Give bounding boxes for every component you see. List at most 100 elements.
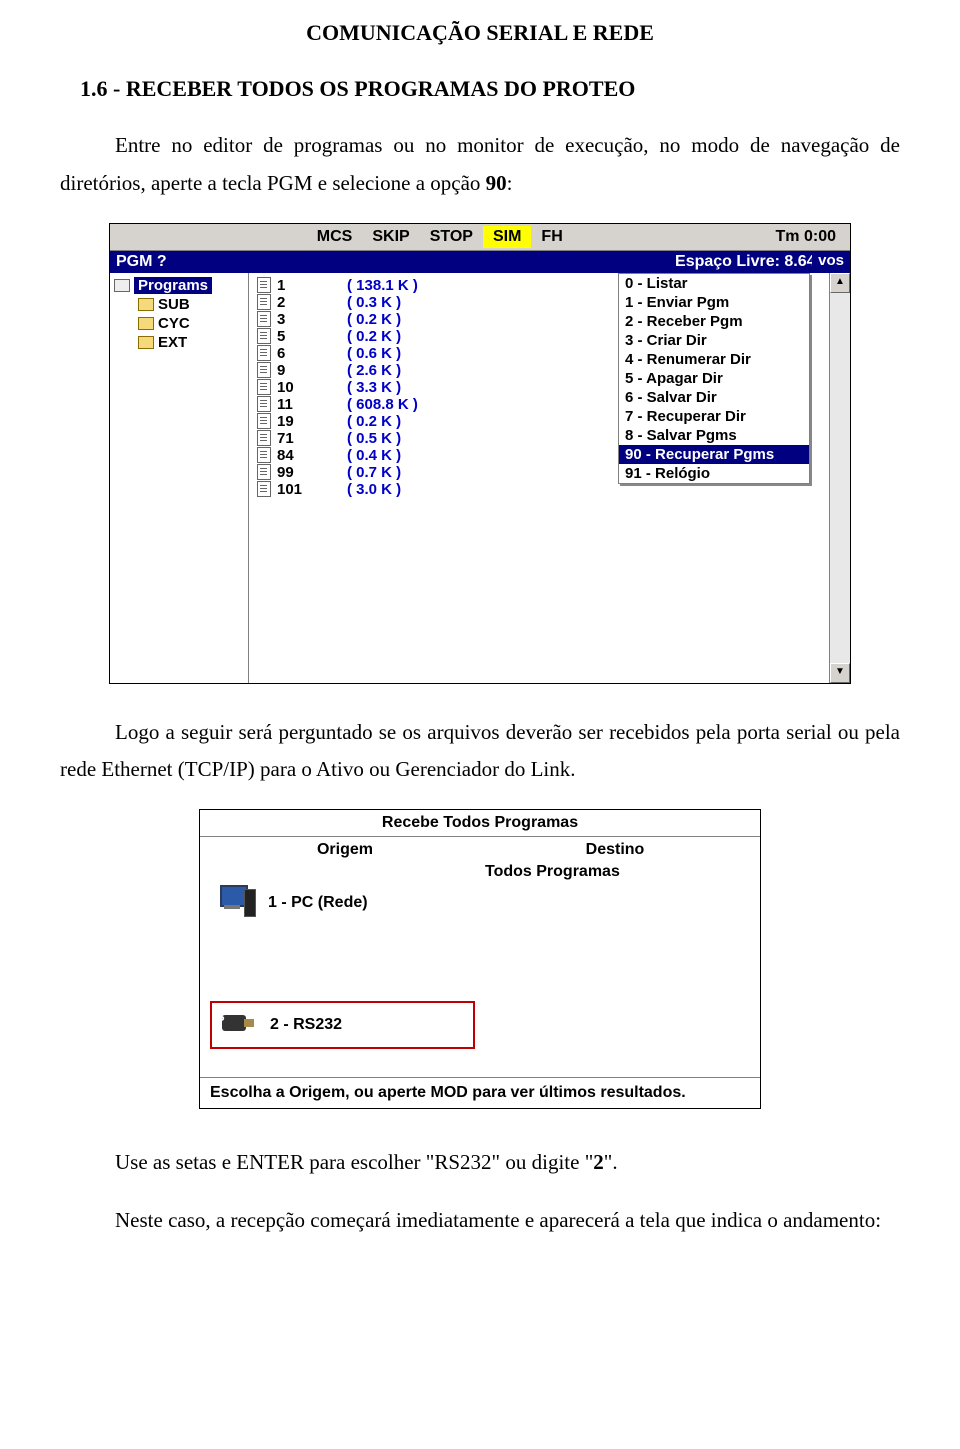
file-size: ( 0.2 K ) bbox=[347, 311, 401, 328]
document-icon bbox=[257, 379, 271, 395]
menu-tm: Tm 0:00 bbox=[766, 226, 846, 248]
file-size: ( 0.2 K ) bbox=[347, 413, 401, 430]
screenshot-pgm-window: MCS SKIP STOP SIM FH Tm 0:00 PGM ? Espaç… bbox=[109, 223, 851, 684]
document-icon bbox=[257, 328, 271, 344]
menu-item[interactable]: 7 - Recuperar Dir bbox=[619, 407, 809, 426]
option-rs232[interactable]: S 2 - RS232 bbox=[210, 1001, 475, 1049]
menu-item[interactable]: 5 - Apagar Dir bbox=[619, 369, 809, 388]
paragraph-3: Use as setas e ENTER para escolher "RS23… bbox=[60, 1144, 900, 1182]
folder-icon bbox=[138, 298, 154, 311]
file-size: ( 3.3 K ) bbox=[347, 379, 401, 396]
file-size: ( 0.3 K ) bbox=[347, 294, 401, 311]
document-icon bbox=[257, 277, 271, 293]
para3-text: Use as setas e ENTER para escolher "RS23… bbox=[115, 1150, 593, 1174]
vos-tab: vos bbox=[812, 251, 850, 270]
para3-bold: 2 bbox=[593, 1150, 604, 1174]
folder-icon bbox=[138, 336, 154, 349]
document-icon bbox=[257, 464, 271, 480]
file-size: ( 138.1 K ) bbox=[347, 277, 418, 294]
titlebar: PGM ? Espaço Livre: 8.64 GB bbox=[110, 251, 850, 273]
file-name: 10 bbox=[277, 379, 347, 396]
section-title: 1.6 - RECEBER TODOS OS PROGRAMAS DO PROT… bbox=[80, 76, 900, 102]
tree-item[interactable]: CYC bbox=[114, 315, 244, 332]
menu-item[interactable]: 2 - Receber Pgm bbox=[619, 312, 809, 331]
folder-icon bbox=[138, 317, 154, 330]
menu-skip[interactable]: SKIP bbox=[362, 226, 419, 248]
file-size: ( 2.6 K ) bbox=[347, 362, 401, 379]
drive-icon bbox=[114, 279, 130, 292]
tree-item[interactable]: EXT bbox=[114, 334, 244, 351]
screenshot-recebe-dialog: Recebe Todos Programas Origem Destino 1 … bbox=[199, 809, 761, 1109]
paragraph-4: Neste caso, a recepção começará imediata… bbox=[60, 1202, 900, 1240]
document-icon bbox=[257, 481, 271, 497]
document-icon bbox=[257, 447, 271, 463]
menu-item[interactable]: 1 - Enviar Pgm bbox=[619, 293, 809, 312]
scroll-up-button[interactable]: ▲ bbox=[830, 273, 850, 293]
dialog-footer: Escolha a Origem, ou aperte MOD para ver… bbox=[200, 1077, 760, 1108]
document-icon bbox=[257, 413, 271, 429]
tree-label: CYC bbox=[158, 315, 190, 332]
menu-stop[interactable]: STOP bbox=[420, 226, 483, 248]
menu-item[interactable]: 3 - Criar Dir bbox=[619, 331, 809, 350]
file-name: 6 bbox=[277, 345, 347, 362]
menu-sim[interactable]: SIM bbox=[483, 226, 531, 248]
document-icon bbox=[257, 294, 271, 310]
col-destino: Destino bbox=[480, 841, 750, 859]
para1-tail: : bbox=[507, 171, 513, 195]
tree-item[interactable]: SUB bbox=[114, 296, 244, 313]
file-size: ( 0.7 K ) bbox=[347, 464, 401, 481]
menu-item[interactable]: 90 - Recuperar Pgms bbox=[619, 445, 809, 464]
plug-icon: S bbox=[216, 1007, 258, 1043]
title-left: PGM ? bbox=[116, 253, 167, 271]
page-header: COMUNICAÇÃO SERIAL E REDE bbox=[60, 20, 900, 46]
para3-tail: ". bbox=[604, 1150, 618, 1174]
file-size: ( 0.2 K ) bbox=[347, 328, 401, 345]
file-name: 3 bbox=[277, 311, 347, 328]
file-name: 9 bbox=[277, 362, 347, 379]
option-label: 2 - RS232 bbox=[270, 1016, 342, 1034]
file-name: 19 bbox=[277, 413, 347, 430]
file-size: ( 0.4 K ) bbox=[347, 447, 401, 464]
tree-label: EXT bbox=[158, 334, 187, 351]
document-icon bbox=[257, 430, 271, 446]
document-icon bbox=[257, 345, 271, 361]
folder-tree[interactable]: Programs SUB CYC EXT bbox=[110, 273, 249, 683]
menu-item[interactable]: 4 - Renumerar Dir bbox=[619, 350, 809, 369]
file-name: 1 bbox=[277, 277, 347, 294]
file-name: 84 bbox=[277, 447, 347, 464]
file-size: ( 608.8 K ) bbox=[347, 396, 418, 413]
para1-bold: 90 bbox=[486, 171, 507, 195]
pc-icon bbox=[214, 885, 256, 921]
file-name: 99 bbox=[277, 464, 347, 481]
file-name: 2 bbox=[277, 294, 347, 311]
file-name: 71 bbox=[277, 430, 347, 447]
context-menu[interactable]: 0 - Listar1 - Enviar Pgm2 - Receber Pgm3… bbox=[618, 273, 810, 484]
menu-fh[interactable]: FH bbox=[531, 226, 572, 248]
scrollbar[interactable]: ▲ ▼ bbox=[829, 273, 850, 683]
paragraph-2: Logo a seguir será perguntado se os arqu… bbox=[60, 714, 900, 790]
file-name: 5 bbox=[277, 328, 347, 345]
destino-value: Todos Programas bbox=[475, 863, 750, 1067]
tree-label: SUB bbox=[158, 296, 190, 313]
file-name: 101 bbox=[277, 481, 347, 498]
file-size: ( 0.6 K ) bbox=[347, 345, 401, 362]
dialog-title: Recebe Todos Programas bbox=[200, 810, 760, 837]
menu-item[interactable]: 91 - Relógio bbox=[619, 464, 809, 483]
menu-item[interactable]: 8 - Salvar Pgms bbox=[619, 426, 809, 445]
document-icon bbox=[257, 362, 271, 378]
paragraph-1: Entre no editor de programas ou no monit… bbox=[60, 127, 900, 203]
menu-mcs[interactable]: MCS bbox=[307, 226, 363, 248]
menu-item[interactable]: 0 - Listar bbox=[619, 274, 809, 293]
menu-item[interactable]: 6 - Salvar Dir bbox=[619, 388, 809, 407]
option-label: 1 - PC (Rede) bbox=[268, 894, 368, 912]
menubar: MCS SKIP STOP SIM FH Tm 0:00 bbox=[110, 224, 850, 251]
file-size: ( 3.0 K ) bbox=[347, 481, 401, 498]
para1-text: Entre no editor de programas ou no monit… bbox=[60, 133, 900, 195]
option-pc-rede[interactable]: 1 - PC (Rede) bbox=[210, 881, 475, 925]
document-icon bbox=[257, 311, 271, 327]
scroll-down-button[interactable]: ▼ bbox=[830, 663, 850, 683]
tree-root[interactable]: Programs bbox=[134, 277, 212, 294]
scroll-track[interactable] bbox=[830, 293, 850, 663]
document-icon bbox=[257, 396, 271, 412]
file-name: 11 bbox=[277, 396, 347, 413]
